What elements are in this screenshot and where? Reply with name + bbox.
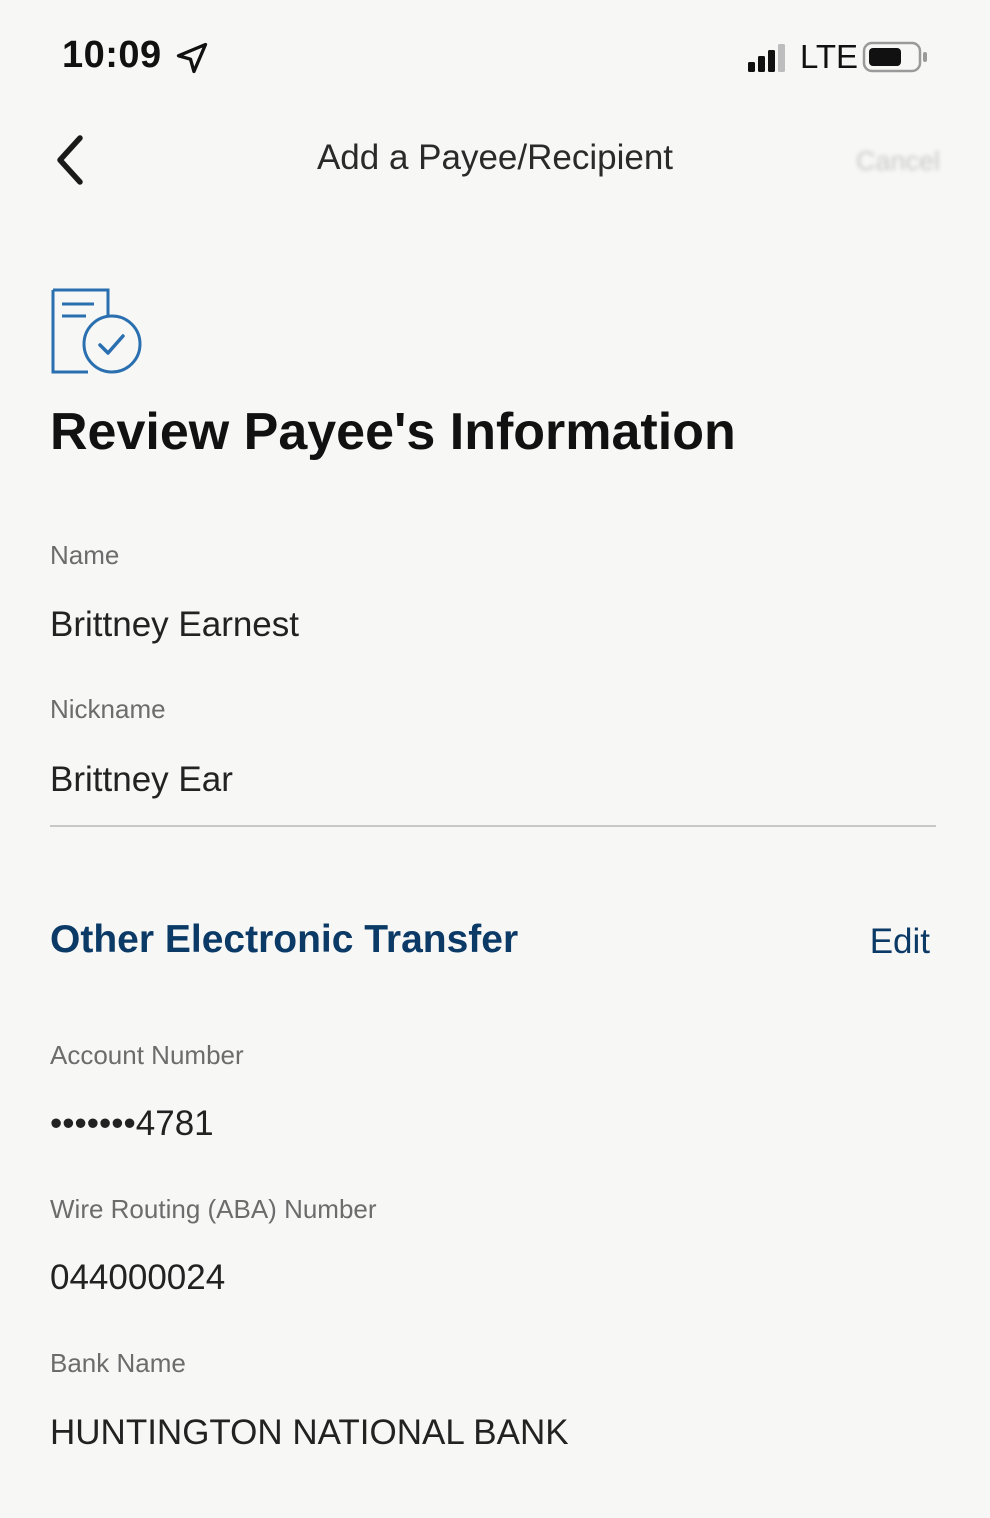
page-title: Review Payee's Information [50,403,736,461]
edit-button[interactable]: Edit [870,922,930,962]
divider [50,825,936,827]
routing-number-label: Wire Routing (ABA) Number [50,1194,377,1224]
network-type: LTE [800,38,859,75]
battery-icon [862,41,927,73]
nickname-value: Brittney Ear [50,760,233,799]
bank-name-value: HUNTINGTON NATIONAL BANK [50,1413,569,1452]
cancel-button[interactable]: Cancel [856,146,940,177]
section-title: Other Electronic Transfer [50,918,519,961]
account-number-value: •••••••4781 [50,1104,214,1143]
status-time: 10:09 [62,34,162,76]
account-number-label: Account Number [50,1040,244,1070]
name-value: Brittney Earnest [50,605,299,644]
status-bar: 10:09 LTE [0,0,990,120]
nav-title: Add a Payee/Recipient [316,138,674,177]
routing-number-value: 044000024 [50,1258,226,1297]
nickname-label: Nickname [50,694,166,724]
location-arrow-icon [176,42,208,74]
document-check-icon [51,288,142,374]
signal-icon [748,44,785,72]
screen: 10:09 LTE Add a Payee/Recipient Cancel R… [0,0,990,1518]
bank-name-label: Bank Name [50,1348,186,1378]
name-label: Name [50,540,120,570]
